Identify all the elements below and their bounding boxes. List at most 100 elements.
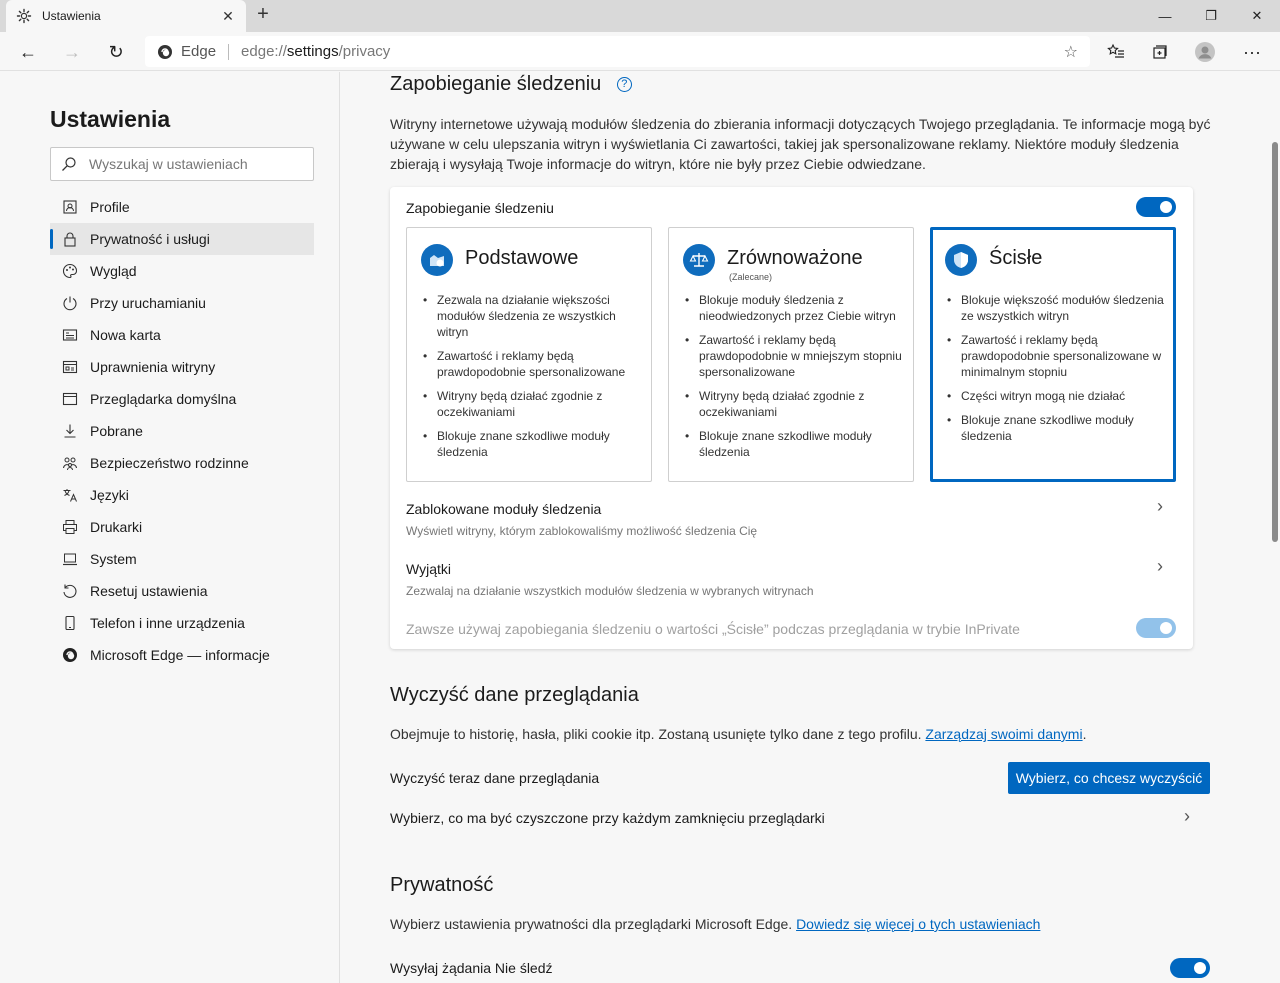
- address-bar[interactable]: Edge edge://settings/privacy ☆: [145, 36, 1090, 67]
- sidebar-item-default-browser[interactable]: Przeglądarka domyślna: [50, 383, 314, 415]
- sidebar-item-about[interactable]: Microsoft Edge — informacje: [50, 639, 314, 671]
- sidebar-item-phone[interactable]: Telefon i inne urządzenia: [50, 607, 314, 639]
- privacy-description-text: Wybierz ustawienia prywatności dla przeg…: [390, 916, 793, 932]
- list-item: Blokuje znane szkodliwe moduły śledzenia: [685, 428, 904, 460]
- phone-icon: [62, 615, 78, 631]
- close-window-button[interactable]: ✕: [1234, 0, 1280, 32]
- tracking-toggle-label: Zapobieganie śledzeniu: [406, 200, 554, 216]
- sidebar-item-site-permissions[interactable]: Uprawnienia witryny: [50, 351, 314, 383]
- clear-on-close-label[interactable]: Wybierz, co ma być czyszczone przy każdy…: [390, 810, 825, 826]
- clear-heading: Wyczyść dane przeglądania: [390, 684, 639, 706]
- profile-avatar-button[interactable]: [1190, 37, 1220, 67]
- new-tab-button[interactable]: +: [252, 4, 274, 26]
- list-item: Zawartość i reklamy będą prawdopodobnie …: [947, 332, 1166, 380]
- download-icon: [62, 423, 78, 439]
- settings-sidebar: Ustawienia Profile Prywatność i usługi W…: [0, 72, 340, 983]
- edge-logo-icon: [158, 44, 172, 59]
- printer-icon: [62, 519, 78, 535]
- chevron-right-icon[interactable]: ›: [1157, 496, 1163, 517]
- site-permissions-icon: [62, 359, 78, 375]
- sidebar-item-languages[interactable]: Języki: [50, 479, 314, 511]
- collections-button[interactable]: [1145, 37, 1175, 67]
- privacy-description: Wybierz ustawienia prywatności dla przeg…: [390, 914, 1215, 934]
- sidebar-item-printers[interactable]: Drukarki: [50, 511, 314, 543]
- tracking-heading: Zapobieganie śledzeniu ?: [390, 73, 632, 96]
- clear-description-text: Obejmuje to historię, hasła, pliki cooki…: [390, 726, 922, 742]
- manage-data-link[interactable]: Zarządzaj swoimi danymi: [925, 726, 1082, 742]
- dnt-toggle[interactable]: [1170, 958, 1210, 978]
- languages-icon: [62, 487, 78, 503]
- sidebar-item-new-tab[interactable]: Nowa karta: [50, 319, 314, 351]
- title-bar: Ustawienia ✕ + — ❐ ✕: [0, 0, 1280, 32]
- search-input[interactable]: [89, 156, 289, 172]
- sidebar-item-system[interactable]: System: [50, 543, 314, 575]
- blocked-trackers-title[interactable]: Zablokowane moduły śledzenia: [406, 501, 601, 517]
- sidebar-item-privacy[interactable]: Prywatność i usługi: [50, 223, 314, 255]
- help-icon[interactable]: ?: [616, 77, 632, 92]
- tracking-toggle[interactable]: [1136, 197, 1176, 217]
- sidebar-item-label: Wygląd: [90, 263, 137, 279]
- list-item: Zawartość i reklamy będą prawdopodobnie …: [685, 332, 904, 380]
- sidebar-item-profile[interactable]: Profile: [50, 191, 314, 223]
- url-path: /privacy: [338, 43, 391, 60]
- gear-icon: [16, 8, 32, 24]
- chevron-right-icon[interactable]: ›: [1157, 556, 1163, 577]
- tracking-description: Witryny internetowe używają modułów śled…: [390, 116, 1211, 172]
- refresh-button[interactable]: ↻: [101, 37, 131, 67]
- option-strict[interactable]: Ścisłe Blokuje większość modułów śledzen…: [930, 227, 1176, 482]
- scrollbar[interactable]: [1270, 72, 1280, 983]
- scrollbar-thumb[interactable]: [1272, 142, 1278, 542]
- restore-button[interactable]: ❐: [1188, 0, 1234, 32]
- close-tab-icon[interactable]: ✕: [220, 8, 236, 25]
- new-tab-icon: [62, 327, 78, 343]
- sidebar-item-family-safety[interactable]: Bezpieczeństwo rodzinne: [50, 447, 314, 479]
- list-item: Blokuje większość modułów śledzenia ze w…: [947, 292, 1166, 324]
- tracking-heading-text: Zapobieganie śledzeniu: [390, 73, 602, 95]
- sidebar-item-downloads[interactable]: Pobrane: [50, 415, 314, 447]
- power-icon: [62, 295, 78, 311]
- palette-icon: [62, 263, 78, 279]
- sidebar-item-label: Bezpieczeństwo rodzinne: [90, 455, 249, 471]
- privacy-heading: Prywatność: [390, 874, 494, 896]
- more-menu-button[interactable]: ···: [1237, 37, 1267, 67]
- list-item: Witryny będą działać zgodnie z oczekiwan…: [423, 388, 642, 420]
- inprivate-toggle[interactable]: [1136, 618, 1176, 638]
- sidebar-item-appearance[interactable]: Wygląd: [50, 255, 314, 287]
- exceptions-title[interactable]: Wyjątki: [406, 561, 451, 577]
- back-button[interactable]: ←: [13, 37, 43, 67]
- sidebar-item-label: Nowa karta: [90, 327, 161, 343]
- clear-period: .: [1082, 726, 1087, 742]
- address-separator: [228, 43, 230, 60]
- blocked-trackers-subtitle: Wyświetl witryny, którym zablokowaliśmy …: [406, 524, 758, 538]
- forward-button[interactable]: →: [57, 37, 87, 67]
- sidebar-item-label: System: [90, 551, 137, 567]
- learn-more-link[interactable]: Dowiedz się więcej o tych ustawieniach: [796, 916, 1040, 932]
- favorites-list-icon: [1107, 43, 1124, 58]
- browser-icon: [62, 391, 78, 407]
- chevron-right-icon[interactable]: ›: [1184, 806, 1190, 827]
- favorite-star-icon[interactable]: ☆: [1064, 42, 1078, 62]
- reset-icon: [62, 583, 78, 599]
- option-basic[interactable]: Podstawowe Zezwala na działanie większoś…: [406, 227, 652, 482]
- avatar-icon: [1195, 42, 1215, 62]
- sidebar-item-startup[interactable]: Przy uruchamianiu: [50, 287, 314, 319]
- settings-main: Zapobieganie śledzeniu ? Witryny interne…: [341, 72, 1270, 983]
- clear-data-button[interactable]: Wybierz, co chcesz wyczyścić: [1008, 762, 1210, 794]
- option-balanced[interactable]: Zrównoważone (Zalecane) Blokuje moduły ś…: [668, 227, 914, 482]
- settings-nav: Profile Prywatność i usługi Wygląd Przy …: [50, 191, 314, 671]
- list-item: Zezwala na działanie większości modułów …: [423, 292, 642, 340]
- sidebar-item-label: Przeglądarka domyślna: [90, 391, 237, 407]
- url-scheme: edge://: [241, 43, 287, 60]
- sidebar-item-label: Drukarki: [90, 519, 143, 535]
- settings-search[interactable]: [50, 147, 314, 181]
- sidebar-item-label: Telefon i inne urządzenia: [90, 615, 245, 631]
- minimize-button[interactable]: —: [1142, 0, 1188, 32]
- recommended-badge: (Zalecane): [729, 272, 773, 282]
- sidebar-item-reset[interactable]: Resetuj ustawienia: [50, 575, 314, 607]
- browser-tab[interactable]: Ustawienia ✕: [6, 0, 246, 32]
- option-bullets: Blokuje moduły śledzenia z nieodwiedzony…: [685, 292, 904, 468]
- tab-title: Ustawienia: [42, 9, 101, 23]
- list-item: Części witryn mogą nie działać: [947, 388, 1166, 404]
- list-item: Witryny będą działać zgodnie z oczekiwan…: [685, 388, 904, 420]
- favorites-list-button[interactable]: [1101, 37, 1131, 67]
